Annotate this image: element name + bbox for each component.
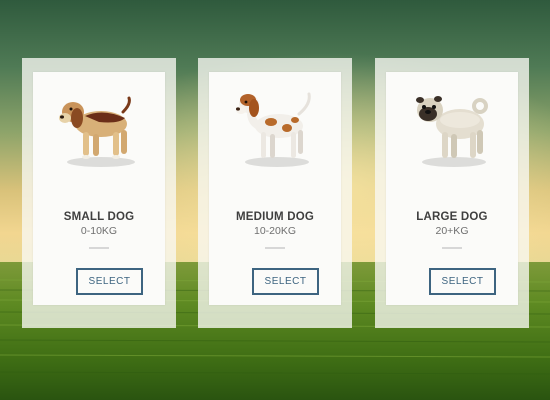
card-medium-dog: MEDIUM DOG 10-20KG SELECT <box>198 58 352 328</box>
card-large-dog-panel: LARGE DOG 20+KG SELECT <box>386 72 518 305</box>
card-title: LARGE DOG <box>416 211 488 223</box>
card-medium-dog-panel: MEDIUM DOG 10-20KG SELECT <box>209 72 341 305</box>
select-large-dog-button[interactable]: SELECT <box>429 268 496 295</box>
select-small-dog-button[interactable]: SELECT <box>76 268 143 295</box>
weight-range: 0-10KG <box>80 225 118 237</box>
weight-range: 10-20KG <box>253 225 297 237</box>
pointer-dog-icon <box>236 92 311 167</box>
pug-dog-icon <box>416 96 488 167</box>
dog-size-selector: SMALL DOG 0-10KG SELECT MEDIUM DOG 10-20… <box>0 0 550 400</box>
card-small-dog-panel: SMALL DOG 0-10KG SELECT <box>33 72 165 305</box>
card-large-dog: LARGE DOG 20+KG SELECT <box>375 58 529 328</box>
card-title: SMALL DOG <box>63 211 135 223</box>
divider <box>89 247 109 249</box>
card-small-dog: SMALL DOG 0-10KG SELECT <box>22 58 176 328</box>
card-title: MEDIUM DOG <box>235 211 315 223</box>
divider <box>442 247 462 249</box>
beagle-dog-icon <box>59 96 135 167</box>
select-medium-dog-button[interactable]: SELECT <box>252 268 319 295</box>
divider <box>265 247 285 249</box>
weight-range: 20+KG <box>435 225 469 237</box>
